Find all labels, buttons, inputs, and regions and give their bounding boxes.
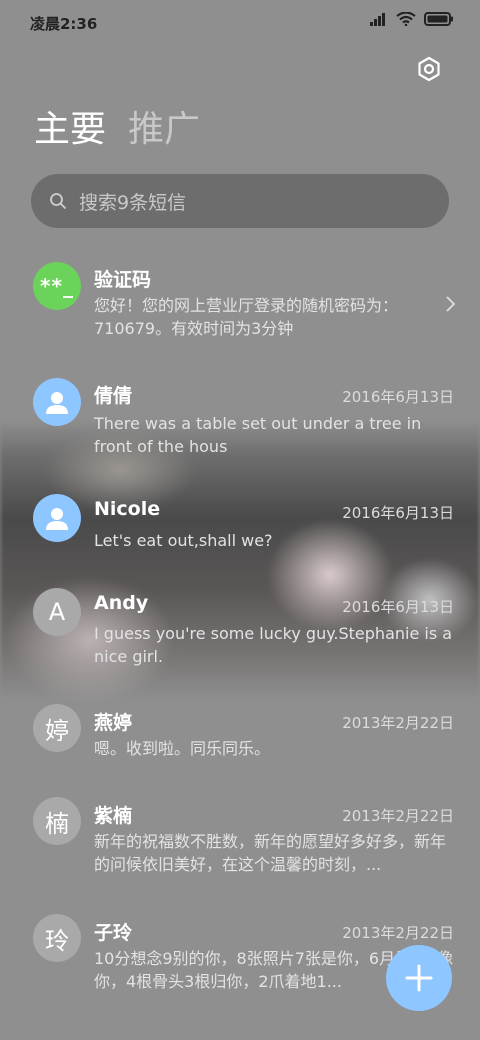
avatar xyxy=(33,494,81,542)
status-icons xyxy=(370,12,454,26)
conversation-name: Nicole xyxy=(94,498,161,520)
conversation-item[interactable]: 楠 紫楠 2013年2月22日 新年的祝福数不胜数，新年的愿望好多好多，新年的问… xyxy=(0,793,480,903)
conversation-date: 2013年2月22日 xyxy=(342,807,454,825)
avatar: 玲 xyxy=(33,914,81,962)
conversation-name: 紫楠 xyxy=(94,805,133,827)
conversation-item[interactable]: A Andy 2016年6月13日 I guess you're some lu… xyxy=(0,584,480,694)
search-icon xyxy=(50,193,66,209)
conversation-name: 子玲 xyxy=(94,922,133,944)
avatar xyxy=(33,378,81,426)
tab-promotions[interactable]: 推广 xyxy=(128,106,200,154)
conversation-preview: Let's eat out,shall we? xyxy=(94,531,273,550)
conversation-preview: There was a table set out under a tree i… xyxy=(94,414,422,456)
status-bar: 凌晨2:36 xyxy=(0,0,480,44)
wifi-icon xyxy=(396,12,416,26)
conversation-date: 2016年6月13日 xyxy=(342,388,454,406)
conversation-preview: 您好！您的网上营业厅登录的随机密码为：710679。有效时间为3分钟 xyxy=(94,296,399,338)
conversation-name: 倩倩 xyxy=(94,385,133,407)
avatar: A xyxy=(33,588,81,636)
person-icon xyxy=(46,392,68,414)
conversation-preview: I guess you're some lucky guy.Stephanie … xyxy=(94,624,453,666)
battery-icon xyxy=(424,12,453,26)
conversation-preview: 新年的祝福数不胜数，新年的愿望好多好多，新年的问候依旧美好，在这个温馨的时刻，.… xyxy=(94,832,447,874)
conversation-item[interactable]: Nicole 2016年6月13日 Let's eat out,shall we… xyxy=(0,488,480,578)
plus-icon xyxy=(405,964,433,992)
conversation-preview: 嗯。收到啦。同乐同乐。 xyxy=(94,739,271,758)
conversation-name: 燕婷 xyxy=(94,712,133,734)
avatar: 楠 xyxy=(33,797,81,845)
new-message-button[interactable] xyxy=(386,945,452,1011)
status-time: 凌晨2:36 xyxy=(30,15,98,33)
conversation-name: Andy xyxy=(94,592,149,614)
conversation-item[interactable]: 婷 燕婷 2013年2月22日 嗯。收到啦。同乐同乐。 xyxy=(0,700,480,790)
chevron-right-icon xyxy=(446,296,456,312)
person-icon xyxy=(46,508,68,530)
avatar: 婷 xyxy=(33,704,81,752)
conversation-date: 2013年2月22日 xyxy=(342,714,454,732)
settings-icon[interactable] xyxy=(416,56,442,82)
conversation-name: 验证码 xyxy=(94,269,152,291)
search-placeholder: 搜索9条短信 xyxy=(79,191,187,214)
conversation-date: 2016年6月13日 xyxy=(342,504,454,522)
avatar: **_ xyxy=(33,262,81,310)
tab-bar: 主要 推广 xyxy=(34,106,200,154)
conversation-item[interactable]: **_ 验证码 您好！您的网上营业厅登录的随机密码为：710679。有效时间为3… xyxy=(0,256,480,366)
conversation-date: 2013年2月22日 xyxy=(342,924,454,942)
tab-main[interactable]: 主要 xyxy=(34,106,106,154)
search-input[interactable]: 搜索9条短信 xyxy=(31,174,449,228)
conversation-date: 2016年6月13日 xyxy=(342,598,454,616)
conversation-item[interactable]: 倩倩 2016年6月13日 There was a table set out … xyxy=(0,372,480,482)
signal-icon xyxy=(370,13,385,26)
